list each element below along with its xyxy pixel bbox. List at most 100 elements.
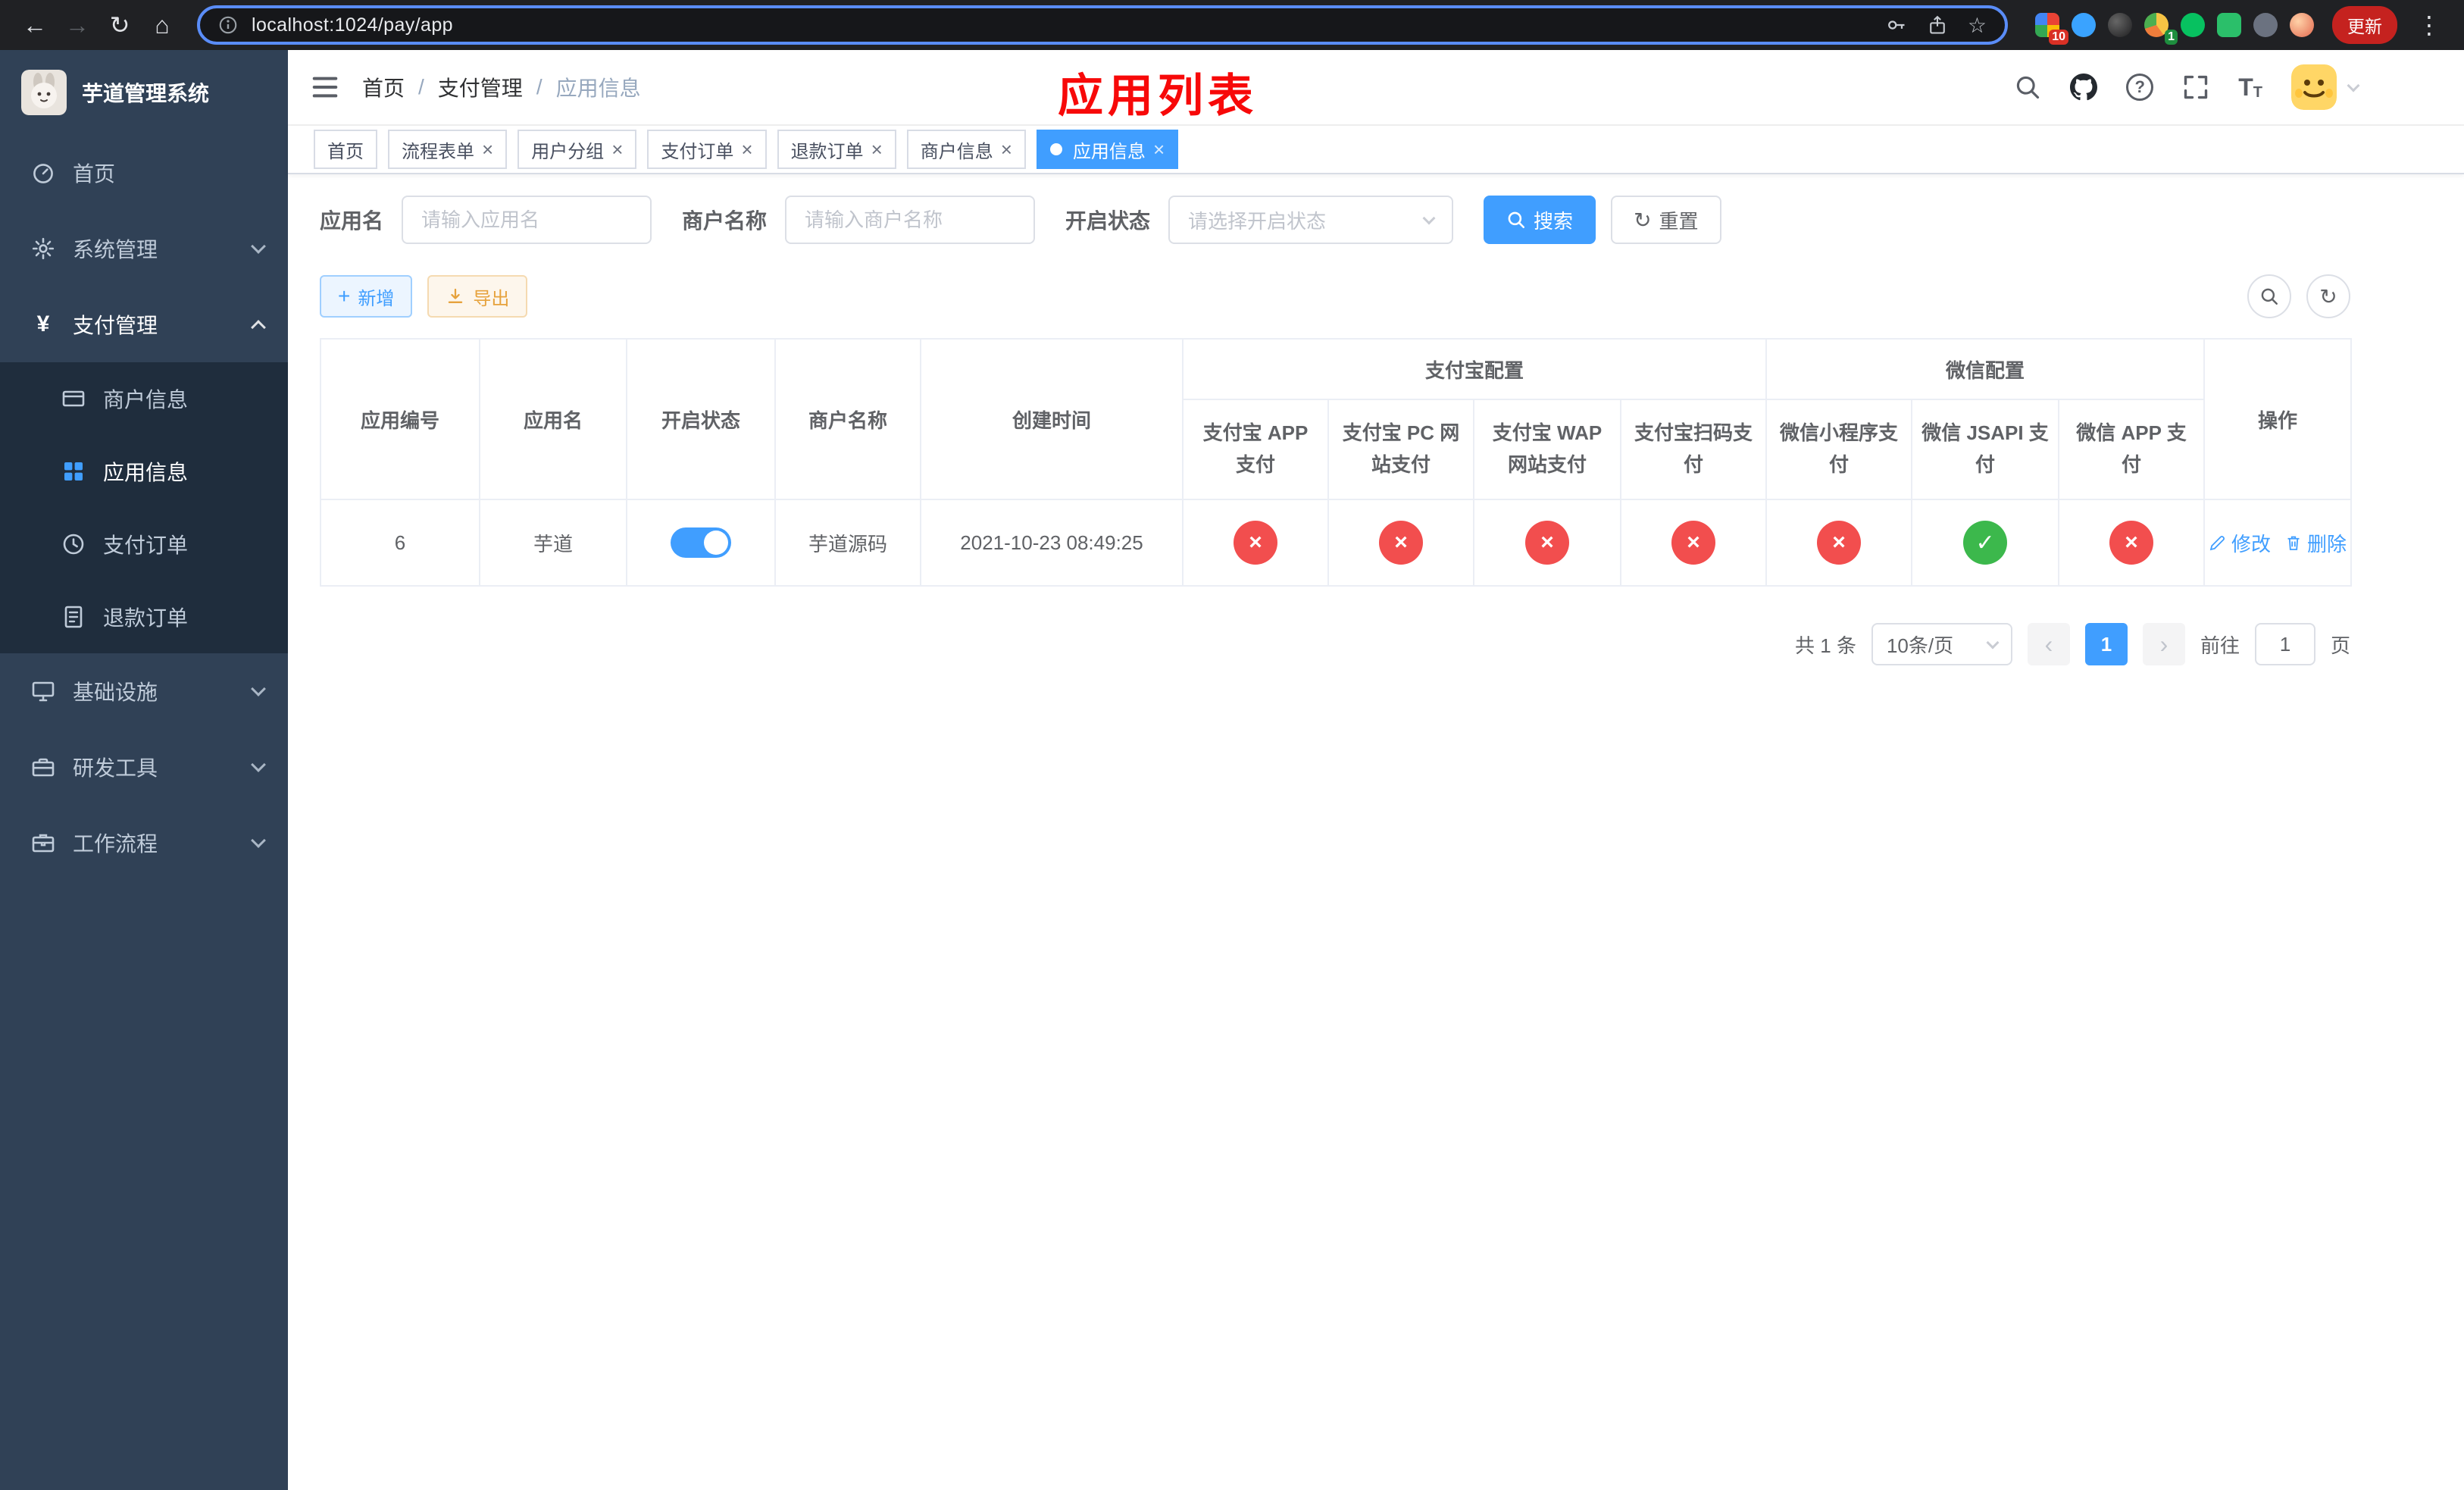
table-tools: ↻ xyxy=(2247,274,2350,318)
add-button[interactable]: + 新增 xyxy=(320,275,413,318)
chevron-down-icon xyxy=(1986,636,2000,650)
tab-refund-order[interactable]: 退款订单 × xyxy=(777,130,896,169)
sidebar-item-infrastructure[interactable]: 基础设施 xyxy=(0,653,288,729)
breadcrumb-current: 应用信息 xyxy=(555,77,641,100)
extension-icon-4[interactable]: 1 xyxy=(2144,13,2178,45)
sidebar-menu: 首页 系统管理 ¥ 支付管理 商户信息 应用信息 支付订单 退款订单 基础设施 … xyxy=(0,135,288,881)
extension-icon-3[interactable] xyxy=(2108,13,2132,37)
prev-page-button[interactable]: ‹ xyxy=(2027,623,2070,665)
extensions-area: 10 1 xyxy=(2035,13,2314,45)
col-status: 开启状态 xyxy=(626,338,776,500)
info-icon[interactable] xyxy=(218,15,238,35)
close-icon[interactable]: × xyxy=(482,139,493,159)
cell-alipay-app: × xyxy=(1182,499,1329,587)
key-icon[interactable] xyxy=(1886,14,1907,36)
tab-label: 流程表单 xyxy=(402,141,474,162)
cell-create-time: 2021-10-23 08:49:25 xyxy=(920,499,1184,587)
sidebar-item-label: 基础设施 xyxy=(73,681,158,704)
next-page-button[interactable]: › xyxy=(2142,623,2185,665)
tab-label: 用户分组 xyxy=(531,141,605,162)
tab-app-info[interactable]: 应用信息 × xyxy=(1036,130,1179,169)
github-icon[interactable] xyxy=(2070,74,2098,101)
goto-page-input[interactable] xyxy=(2254,623,2315,665)
delete-button[interactable]: 删除 xyxy=(2284,529,2347,557)
goto-unit-label: 页 xyxy=(2330,634,2350,657)
cell-wechat-mini: × xyxy=(1765,499,1913,587)
col-group-wechat: 微信配置 xyxy=(1765,338,2206,400)
app-name-input[interactable] xyxy=(402,196,652,244)
cell-app-id: 6 xyxy=(320,499,480,587)
close-icon[interactable]: × xyxy=(1153,139,1165,159)
chevron-down-icon xyxy=(251,757,266,772)
extension-icon-6[interactable] xyxy=(2217,13,2241,37)
overflow-menu-icon[interactable]: ⋮ xyxy=(2409,0,2449,50)
extension-icon-8[interactable] xyxy=(2290,13,2314,37)
sidebar-item-merchant-info[interactable]: 商户信息 xyxy=(0,362,288,435)
refresh-table-button[interactable]: ↻ xyxy=(2306,274,2350,318)
tab-merchant-info[interactable]: 商户信息 × xyxy=(906,130,1026,169)
edit-button[interactable]: 修改 xyxy=(2209,529,2271,557)
close-icon[interactable]: × xyxy=(741,139,752,159)
close-icon[interactable]: × xyxy=(871,139,883,159)
reload-icon[interactable]: ↻ xyxy=(100,0,139,50)
tab-label: 应用信息 xyxy=(1072,141,1146,162)
bookmark-star-icon[interactable]: ☆ xyxy=(1968,13,1987,38)
add-button-label: 新增 xyxy=(358,288,395,309)
sidebar-item-label: 首页 xyxy=(73,162,116,186)
yen-icon: ¥ xyxy=(36,311,50,337)
close-icon[interactable]: × xyxy=(1001,139,1012,159)
cell-wechat-app: × xyxy=(2058,499,2206,587)
search-button[interactable]: 搜索 xyxy=(1484,196,1596,244)
current-page-button[interactable]: 1 xyxy=(2084,623,2128,665)
sidebar-item-workflow[interactable]: 工作流程 xyxy=(0,805,288,881)
wechat-mini-status-icon: × xyxy=(1817,521,1862,565)
wechat-app-status-icon: × xyxy=(2109,521,2154,565)
sidebar-item-label: 系统管理 xyxy=(73,238,158,261)
sidebar-item-app-info[interactable]: 应用信息 xyxy=(0,435,288,508)
forward-icon[interactable]: → xyxy=(58,0,97,50)
app-table: 应用编号 应用名 开启状态 商户名称 创建时间 支付宝配置 微信配置 操作 支付… xyxy=(320,338,2353,587)
tab-user-group[interactable]: 用户分组 × xyxy=(518,130,637,169)
breadcrumb-payment[interactable]: 支付管理 xyxy=(438,72,523,102)
share-icon[interactable] xyxy=(1927,14,1948,36)
tab-process-form[interactable]: 流程表单 × xyxy=(388,130,508,169)
page-size-select[interactable]: 10条/页 xyxy=(1871,623,2012,665)
extension-icon-1[interactable]: 10 xyxy=(2035,13,2068,45)
help-icon[interactable]: ? xyxy=(2126,74,2154,101)
merchant-name-input[interactable] xyxy=(785,196,1036,244)
extension-icon-5[interactable] xyxy=(2181,13,2205,37)
close-icon[interactable]: × xyxy=(611,139,623,159)
address-bar[interactable]: localhost:1024/pay/app ☆ xyxy=(197,5,2008,45)
sidebar-item-devtools[interactable]: 研发工具 xyxy=(0,729,288,805)
breadcrumb-home[interactable]: 首页 xyxy=(362,72,405,102)
tab-pay-order[interactable]: 支付订单 × xyxy=(647,130,767,169)
sidebar-item-system[interactable]: 系统管理 xyxy=(0,211,288,286)
search-icon[interactable] xyxy=(2014,74,2041,101)
extension-icon-7[interactable] xyxy=(2253,13,2278,37)
export-button[interactable]: 导出 xyxy=(427,275,528,318)
cell-alipay-wap: × xyxy=(1473,499,1621,587)
reset-button[interactable]: ↻ 重置 xyxy=(1611,196,1721,244)
home-icon[interactable]: ⌂ xyxy=(142,0,182,50)
sidebar: 芋道管理系统 首页 系统管理 ¥ 支付管理 商户信息 应用信息 支付订单 退款订… xyxy=(0,50,288,1490)
url-text[interactable]: localhost:1024/pay/app xyxy=(252,14,1872,36)
sidebar-toggle-icon[interactable] xyxy=(311,73,339,102)
tab-home[interactable]: 首页 xyxy=(314,130,377,169)
sidebar-item-label: 支付订单 xyxy=(103,534,189,557)
sidebar-item-home[interactable]: 首页 xyxy=(0,135,288,211)
font-size-icon[interactable]: TT xyxy=(2238,74,2262,102)
toggle-search-button[interactable] xyxy=(2247,274,2291,318)
status-select[interactable]: 请选择开启状态 xyxy=(1168,196,1454,244)
update-button[interactable]: 更新 xyxy=(2332,6,2397,44)
sidebar-item-pay-order[interactable]: 支付订单 xyxy=(0,508,288,581)
chevron-down-icon xyxy=(2347,79,2360,92)
table-container: 应用编号 应用名 开启状态 商户名称 创建时间 支付宝配置 微信配置 操作 支付… xyxy=(320,338,2353,587)
user-avatar[interactable] xyxy=(2291,64,2360,110)
fullscreen-icon[interactable] xyxy=(2182,74,2209,101)
status-toggle[interactable] xyxy=(671,527,731,558)
chevron-down-icon xyxy=(1422,211,1436,225)
extension-icon-2[interactable] xyxy=(2072,13,2096,37)
sidebar-item-refund-order[interactable]: 退款订单 xyxy=(0,581,288,653)
sidebar-item-payment[interactable]: ¥ 支付管理 xyxy=(0,286,288,362)
back-icon[interactable]: ← xyxy=(15,0,55,50)
